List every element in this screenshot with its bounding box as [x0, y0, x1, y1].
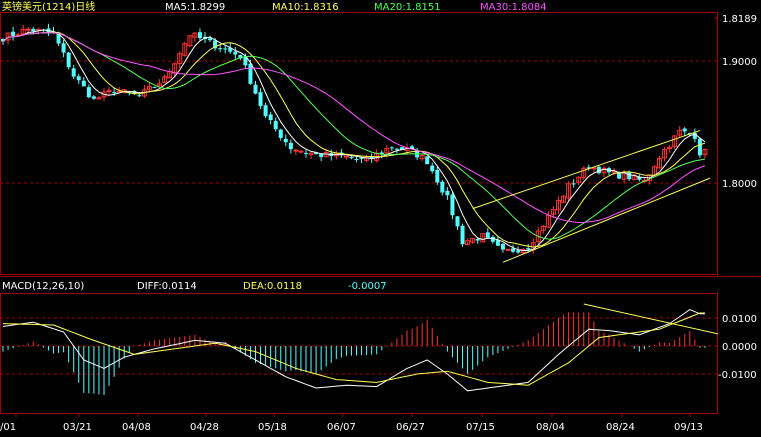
- candle-body-down: [61, 43, 66, 53]
- candle-body-down: [288, 142, 293, 150]
- ma20-readout: MA20:1.8151: [374, 2, 441, 13]
- candle-body-up: [96, 97, 102, 100]
- candle-body-down: [268, 114, 273, 121]
- ma30-readout: MA30:1.8084: [480, 2, 547, 13]
- ma5-readout: MA5:1.8299: [165, 2, 225, 13]
- candle-body-down: [430, 165, 435, 172]
- candle-body-down: [389, 147, 394, 149]
- macd-tick-label: 0.0100: [722, 314, 757, 325]
- candle-body-down: [253, 84, 258, 94]
- candle-body-down: [394, 148, 399, 150]
- candle-body-down: [137, 95, 142, 97]
- price-tick-label: 1.8189: [722, 14, 757, 25]
- date-tick-label: 08/24: [606, 422, 635, 433]
- macd-axis: 0.0100 0.0000 -0.0100: [718, 314, 757, 381]
- date-tick-label: /01: [0, 422, 16, 433]
- candle-body-down: [223, 48, 228, 50]
- candle-body-down: [233, 51, 238, 55]
- candle-body-down: [278, 129, 283, 138]
- candle-body-down: [682, 128, 687, 132]
- candle-body-down: [495, 240, 500, 246]
- candle-body-down: [273, 120, 278, 130]
- candle-body-down: [440, 181, 445, 193]
- macd-grid: [0, 317, 718, 375]
- candle-body-down: [91, 96, 96, 99]
- candle-body-up: [298, 150, 304, 153]
- date-tick-label: 03/21: [63, 422, 92, 433]
- candle-body-down: [354, 159, 359, 161]
- header: 英镑美元(1214)日线 MA5:1.8299 MA10:1.8316 MA20…: [2, 0, 547, 13]
- candle-body-down: [81, 80, 86, 87]
- diff-line: [2, 309, 705, 392]
- macd-histogram: [2, 312, 706, 395]
- date-tick-label: 06/27: [396, 422, 425, 433]
- candle-body-down: [152, 86, 157, 88]
- candle-body-down: [450, 194, 455, 216]
- macd-tick-label: 0.0000: [722, 342, 757, 353]
- candle-body-down: [460, 225, 465, 245]
- macd-header: MACD(12,26,10) DIFF:0.0114 DEA:0.0118 -0…: [2, 281, 387, 292]
- candle-body-down: [435, 170, 440, 183]
- candle-body-up: [505, 248, 511, 251]
- date-tick-label: 08/04: [536, 422, 565, 433]
- candle-body-down: [425, 156, 430, 165]
- candle-body-down: [86, 87, 91, 98]
- candle-body-down: [511, 248, 516, 252]
- price-grid: [0, 60, 718, 184]
- candle-body-down: [475, 239, 480, 241]
- candle-body-down: [258, 92, 263, 107]
- candle-body-down: [112, 92, 117, 94]
- candle-body-down: [455, 216, 460, 227]
- forex-chart: 英镑美元(1214)日线 MA5:1.8299 MA10:1.8316 MA20…: [0, 0, 761, 433]
- candle-body-up: [293, 149, 299, 152]
- date-tick-label: 06/07: [327, 422, 356, 433]
- moving-averages: [2, 29, 706, 251]
- candle-body-down: [526, 248, 531, 250]
- candle-body-down: [485, 232, 490, 238]
- ma5-line: [2, 29, 706, 251]
- diff-readout: DIFF:0.0114: [137, 281, 197, 292]
- candle-body-up: [343, 155, 349, 158]
- ma10-readout: MA10:1.8316: [272, 2, 339, 13]
- date-axis: /01 03/21 04/08 04/28 05/18 06/07 06/27 07/15 08…: [0, 413, 703, 433]
- dea-readout: DEA:0.0118: [243, 281, 302, 292]
- price-axis: 1.8189 1.9000 1.8000: [714, 14, 757, 190]
- candle-body-down: [571, 183, 576, 185]
- date-tick-label: 04/28: [190, 422, 219, 433]
- price-tick-label: 1.9000: [722, 57, 757, 68]
- price-tick-label: 1.8000: [722, 179, 757, 190]
- candle-body-down: [697, 138, 702, 156]
- candle-body-down: [66, 52, 71, 68]
- date-tick-label: 07/15: [466, 422, 495, 433]
- date-tick-label: 09/13: [674, 422, 703, 433]
- candle-body-down: [76, 76, 81, 81]
- candle-body-down: [349, 157, 354, 159]
- candle-body-down: [263, 105, 268, 116]
- candle-body-down: [516, 250, 521, 253]
- candle-body-down: [197, 32, 202, 39]
- date-tick-label: 04/08: [122, 422, 151, 433]
- candle-body-down: [304, 152, 308, 154]
- candle-body-up: [106, 89, 112, 92]
- candle-body-down: [218, 48, 223, 50]
- candle-body-down: [283, 138, 288, 143]
- candle-body-down: [31, 28, 36, 32]
- macd-tick-label: -0.0100: [718, 370, 757, 381]
- candle-body-down: [359, 157, 364, 159]
- candle-body-down: [208, 38, 213, 41]
- candle-body-down: [71, 68, 76, 77]
- candle-body-down: [445, 190, 450, 196]
- ma20-line: [2, 32, 705, 240]
- candle-body-down: [627, 172, 632, 180]
- ma10-line: [2, 31, 706, 248]
- chart-title: 英镑美元(1214)日线: [2, 0, 95, 13]
- candle-body-down: [11, 31, 16, 36]
- date-tick-label: 05/18: [258, 422, 287, 433]
- macd-label: MACD(12,26,10): [2, 281, 84, 292]
- candle-body-down: [500, 243, 505, 250]
- candle-body-down: [248, 63, 253, 84]
- macd-readout: -0.0007: [348, 281, 387, 292]
- channel-line-1: [502, 177, 711, 263]
